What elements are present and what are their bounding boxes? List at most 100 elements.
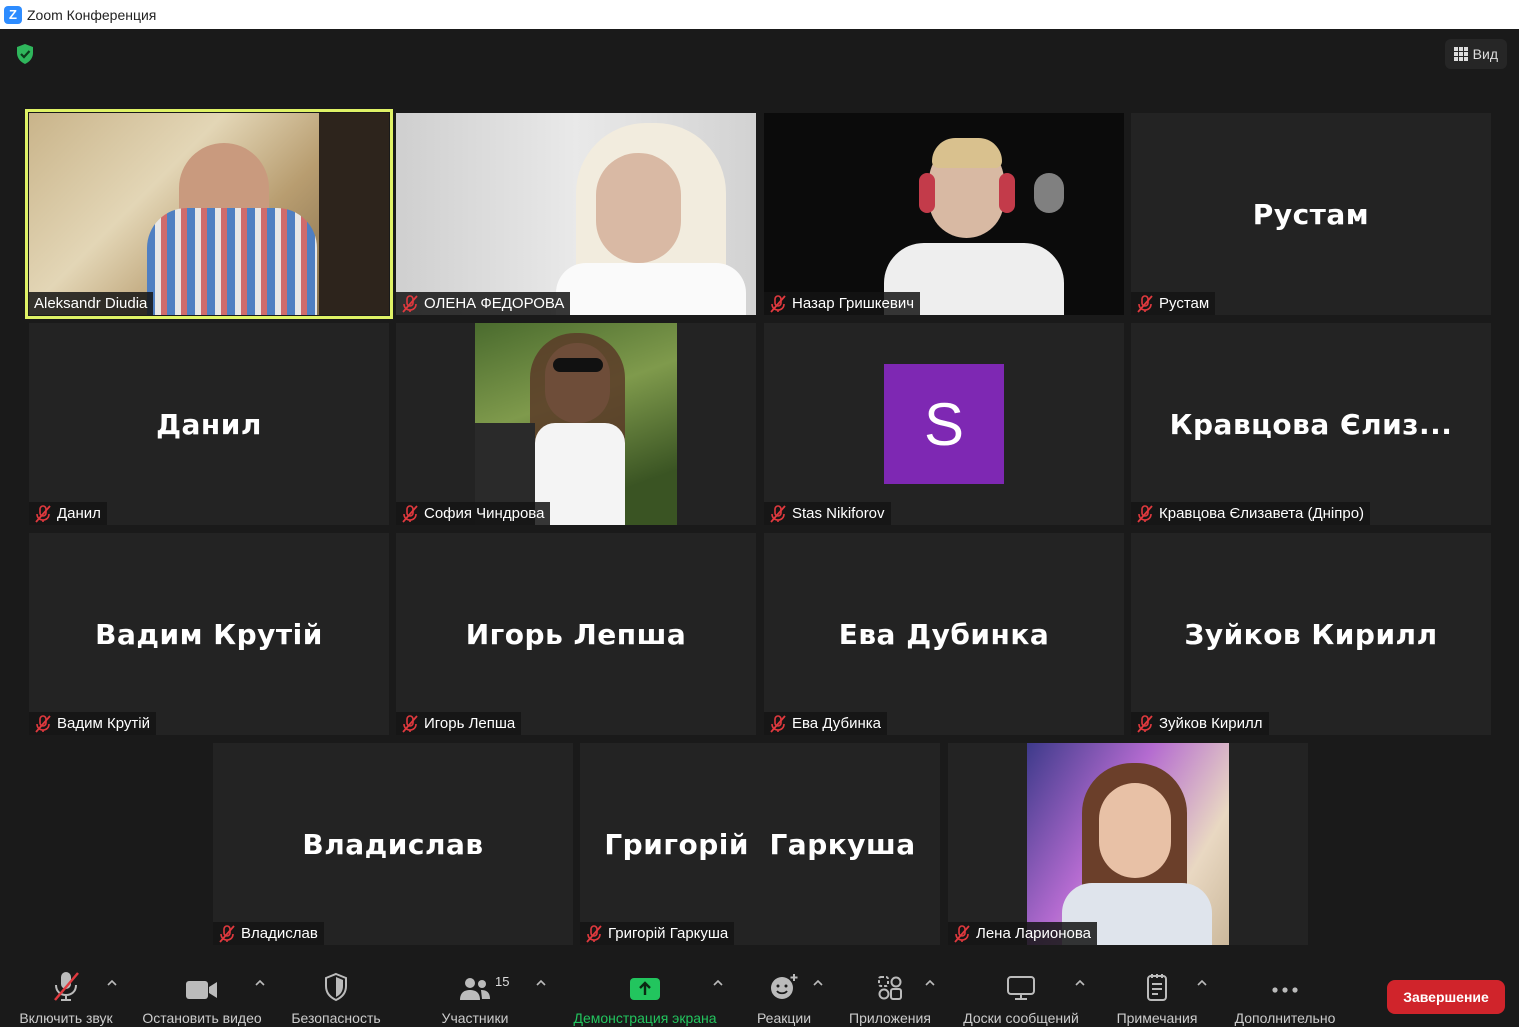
participant-display-name: Вадим Крутій xyxy=(95,617,323,651)
mic-muted-icon xyxy=(219,924,235,943)
notes-options-caret-icon[interactable] xyxy=(1196,978,1208,988)
participant-name: Вадим Крутій xyxy=(57,715,150,732)
apps-options-caret-icon[interactable] xyxy=(924,978,936,988)
video-tile-stas[interactable]: S Stas Nikiforov xyxy=(764,323,1124,525)
reactions-options-caret-icon[interactable] xyxy=(812,978,824,988)
participant-name: София Чиндрова xyxy=(424,505,545,522)
notes-icon xyxy=(1147,974,1167,1001)
video-tile-kravtsova[interactable]: Кравцова Єлиз... Кравцова Єлизавета (Дні… xyxy=(1131,323,1491,525)
zoom-logo-icon: Z xyxy=(4,5,22,24)
notes-button[interactable]: Примечания xyxy=(1108,960,1206,1027)
participant-name: ОЛЕНА ФЕДОРОВА xyxy=(424,295,565,312)
video-tile-aleksandr[interactable]: Aleksandr Diudia xyxy=(25,109,393,319)
whiteboards-button[interactable]: Доски сообщений xyxy=(952,960,1090,1027)
mic-muted-icon xyxy=(54,972,79,1001)
video-tile-vladyslav[interactable]: Владислав Владислав xyxy=(213,743,573,945)
video-tile-olena[interactable]: ОЛЕНА ФЕДОРОВА xyxy=(396,113,756,315)
grid-view-icon xyxy=(1453,47,1468,61)
view-button-label: Вид xyxy=(1472,46,1498,62)
participants-icon xyxy=(460,978,490,1000)
video-feed xyxy=(29,113,389,315)
share-options-caret-icon[interactable] xyxy=(712,978,724,988)
whiteboard-icon xyxy=(1007,976,1035,1000)
more-dots-icon xyxy=(1272,987,1298,993)
video-tile-igor[interactable]: Игорь Лепша Игорь Лепша xyxy=(396,533,756,735)
video-tile-zuykov[interactable]: Зуйков Кирилл Зуйков Кирилл xyxy=(1131,533,1491,735)
mic-muted-icon xyxy=(1137,294,1153,313)
participant-name-bar: Зуйков Кирилл xyxy=(1131,712,1269,735)
mic-muted-icon xyxy=(954,924,970,943)
security-label: Безопасность xyxy=(291,1010,381,1026)
video-options-caret-icon[interactable] xyxy=(254,978,266,988)
participant-display-name: Кравцова Єлиз... xyxy=(1169,407,1453,441)
mic-muted-icon xyxy=(586,924,602,943)
participant-display-name: Григорій Гаркуша xyxy=(604,827,916,861)
participants-label: Участники xyxy=(441,1010,509,1026)
participant-name: Рустам xyxy=(1159,295,1210,312)
participant-name: Григорій Гаркуша xyxy=(608,925,729,942)
profile-photo xyxy=(475,323,677,525)
shield-check-icon[interactable] xyxy=(15,43,35,65)
more-label: Дополнительно xyxy=(1234,1010,1336,1026)
video-tile-eva[interactable]: Ева Дубинка Ева Дубинка xyxy=(764,533,1124,735)
participant-name-bar: Игорь Лепша xyxy=(396,712,522,735)
apps-label: Приложения xyxy=(849,1010,931,1026)
participant-name-bar: Данил xyxy=(29,502,107,525)
participant-name: Назар Гришкевич xyxy=(792,295,915,312)
unmute-button[interactable]: Включить звук xyxy=(10,960,122,1027)
participant-name: Лена Ларионова xyxy=(976,925,1091,942)
participant-display-name: Зуйков Кирилл xyxy=(1184,617,1438,651)
participant-name: Игорь Лепша xyxy=(424,715,516,732)
mic-muted-icon xyxy=(35,504,51,523)
share-screen-label: Демонстрация экрана xyxy=(573,1010,717,1026)
participant-display-name: Ева Дубинка xyxy=(838,617,1050,651)
apps-button[interactable]: Приложения xyxy=(840,960,940,1027)
participant-display-name: Игорь Лепша xyxy=(465,617,687,651)
mic-muted-icon xyxy=(402,294,418,313)
participant-display-name: Рустам xyxy=(1252,197,1370,231)
reactions-button[interactable]: Реакции xyxy=(748,960,820,1027)
view-button[interactable]: Вид xyxy=(1444,39,1507,69)
avatar: S xyxy=(884,364,1004,484)
participants-button[interactable]: 15 Участники xyxy=(430,960,520,1027)
mic-muted-icon xyxy=(1137,504,1153,523)
security-button[interactable]: Безопасность xyxy=(282,960,390,1027)
participant-name-bar: ОЛЕНА ФЕДОРОВА xyxy=(396,292,571,315)
stop-video-label: Остановить видео xyxy=(142,1010,262,1026)
participant-name-bar: София Чиндрова xyxy=(396,502,551,525)
video-tile-sofia[interactable]: София Чиндрова xyxy=(396,323,756,525)
audio-options-caret-icon[interactable] xyxy=(106,978,118,988)
participant-name-bar: Кравцова Єлизавета (Дніпро) xyxy=(1131,502,1371,525)
profile-photo xyxy=(1027,743,1229,945)
video-tile-danil[interactable]: Данил Данил xyxy=(29,323,389,525)
participant-display-name: Владислав xyxy=(302,827,484,861)
stop-video-button[interactable]: Остановить видео xyxy=(134,960,270,1027)
unmute-label: Включить звук xyxy=(19,1010,113,1026)
participant-name-bar: Stas Nikiforov xyxy=(764,502,891,525)
window-title: Zoom Конференция xyxy=(27,6,157,23)
whiteboards-label: Доски сообщений xyxy=(963,1010,1079,1026)
whiteboards-options-caret-icon[interactable] xyxy=(1074,978,1086,988)
participant-name-bar: Aleksandr Diudia xyxy=(29,292,154,315)
participant-display-name: Данил xyxy=(156,407,262,441)
video-tile-hryhoriy[interactable]: Григорій Гаркуша Григорій Гаркуша xyxy=(580,743,940,945)
video-camera-icon xyxy=(186,981,217,999)
video-tile-rustam[interactable]: Рустам Рустам xyxy=(1131,113,1491,315)
video-tile-lena[interactable]: Лена Ларионова xyxy=(948,743,1308,945)
end-meeting-button[interactable]: Завершение xyxy=(1387,980,1505,1014)
participants-options-caret-icon[interactable] xyxy=(535,978,547,988)
share-screen-button[interactable]: Демонстрация экрана xyxy=(562,960,728,1027)
video-tile-vadym[interactable]: Вадим Крутій Вадим Крутій xyxy=(29,533,389,735)
reactions-label: Реакции xyxy=(756,1010,812,1026)
participant-name: Кравцова Єлизавета (Дніпро) xyxy=(1159,505,1365,522)
mic-muted-icon xyxy=(402,504,418,523)
more-button[interactable]: Дополнительно xyxy=(1224,960,1346,1027)
participant-name: Aleksandr Diudia xyxy=(34,295,148,312)
mic-muted-icon xyxy=(770,504,786,523)
video-tile-nazar[interactable]: Назар Гришкевич xyxy=(764,113,1124,315)
participant-name: Владислав xyxy=(241,925,318,942)
participant-name-bar: Вадим Крутій xyxy=(29,712,156,735)
notes-label: Примечания xyxy=(1116,1010,1198,1026)
mic-muted-icon xyxy=(1137,714,1153,733)
share-screen-icon xyxy=(630,978,660,1000)
